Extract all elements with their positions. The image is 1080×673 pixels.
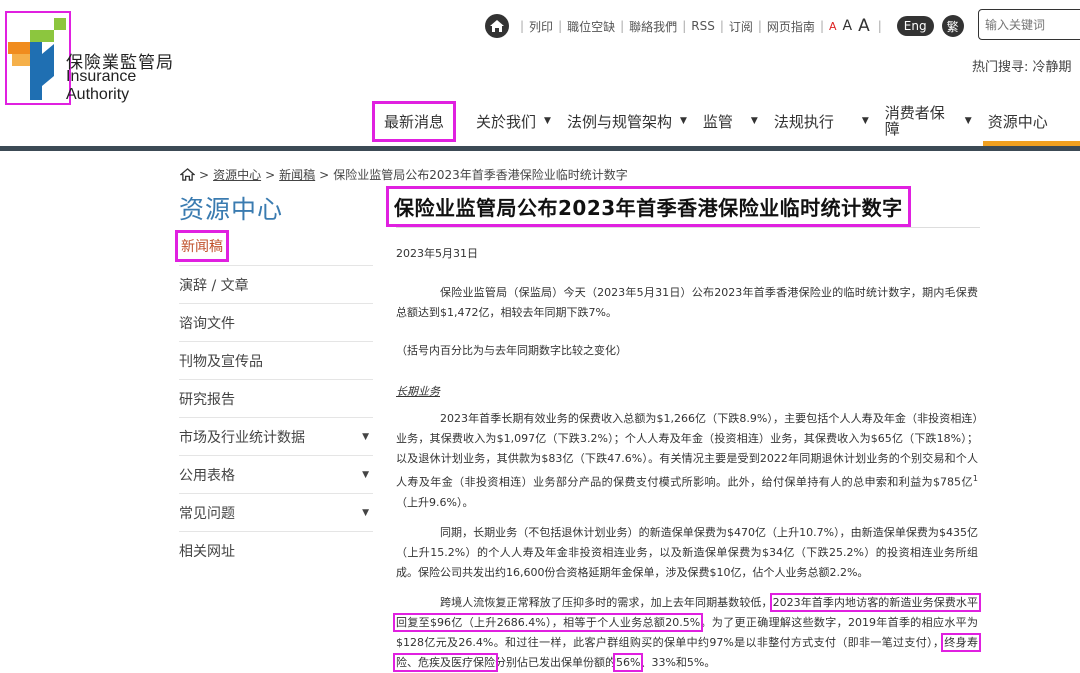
section-heading: 长期业务 [396, 385, 440, 398]
caret-down-icon: ▼ [679, 116, 687, 126]
nav-item-label: 最新消息 [384, 112, 445, 131]
sidebar-item-press-releases[interactable]: 新闻稿 [175, 230, 229, 262]
utility-bar: | 列印 | 職位空缺 | 聯絡我們 | RSS | 订阅 | 网页指南 | A… [485, 12, 964, 40]
careers-link[interactable]: 職位空缺 [567, 18, 615, 35]
sidebar-item-label: 刊物及宣传品 [179, 353, 263, 370]
caret-down-icon: ▼ [861, 116, 869, 126]
paragraph-text: 2023年首季长期有效业务的保费收入总额为$1,266亿（下跌8.9%），主要包… [396, 412, 978, 489]
sidebar-item-consultations[interactable]: 谘询文件 [179, 303, 373, 341]
caret-down-icon: ▼ [544, 116, 551, 126]
footnote-marker[interactable]: 1 [973, 474, 978, 483]
article-paragraph: 2023年首季长期有效业务的保费收入总额为$1,266亿（下跌8.9%），主要包… [396, 409, 978, 513]
subscribe-link[interactable]: 订阅 [729, 18, 753, 35]
sidebar-item-forms[interactable]: 公用表格 ▼ [179, 455, 373, 493]
nav-item-consumer-protection[interactable]: 消费者保障 ▼ [885, 105, 972, 137]
sidebar-item-label: 市场及行业统计数据 [179, 429, 305, 446]
site-guide-link[interactable]: 网页指南 [767, 18, 815, 35]
nav-divider [0, 146, 1080, 151]
article-paragraph: 同期，长期业务（不包括退休计划业务）的新造保单保费为$470亿（上升10.7%）… [396, 525, 978, 579]
sidebar-item-publications[interactable]: 刊物及宣传品 [179, 341, 373, 379]
nav-item-enforcement[interactable]: 法规执行 ▼ [774, 111, 869, 132]
caret-down-icon: ▼ [750, 116, 758, 126]
nav-item-about[interactable]: 关於我们 ▼ [476, 111, 551, 132]
sidebar-item-label: 相关网址 [179, 543, 235, 560]
nav-item-label: 监管 [702, 112, 733, 131]
sidebar-item-label: 研究报告 [179, 391, 235, 408]
sidebar-item-label: 演辞 / 文章 [179, 277, 249, 294]
article-paragraph: 保险业监管局（保监局）今天（2023年5月31日）公布2023年首季香港保险业的… [396, 286, 978, 319]
caret-down-icon: ▼ [964, 116, 972, 126]
nav-item-label: 消费者保障 [884, 104, 945, 138]
site-header: 保險業監管局 Insurance Authority | 列印 | 職位空缺 |… [0, 0, 1080, 148]
insurance-authority-logo-icon [5, 11, 71, 105]
article-date: 2023年5月31日 [396, 247, 478, 260]
home-icon[interactable] [180, 168, 195, 181]
org-name-en: Insurance Authority [66, 68, 137, 103]
font-size-small-button[interactable]: A [829, 20, 837, 33]
traditional-chinese-button[interactable]: 繁 [941, 15, 964, 37]
sidebar-item-related-links[interactable]: 相关网址 [179, 531, 373, 569]
nav-item-label: 资源中心 [987, 112, 1048, 131]
contact-link[interactable]: 聯絡我們 [629, 18, 677, 35]
sidebar-item-faq[interactable]: 常见问题 ▼ [179, 493, 373, 531]
caret-down-icon[interactable]: ▼ [362, 432, 369, 442]
article-paragraph: （括号内百分比为与去年同期数字比较之变化） [396, 344, 627, 357]
sidebar-item-label: 谘询文件 [179, 315, 235, 332]
article: 保险业监管局公布2023年首季香港保险业临时统计数字 2023年5月31日 保险… [386, 186, 981, 673]
font-size-medium-button[interactable]: A [843, 18, 853, 34]
hot-search-text[interactable]: 热门搜寻: 冷静期 [972, 56, 1072, 75]
breadcrumb-press-releases[interactable]: 新闻稿 [279, 166, 315, 183]
breadcrumb-resource-centre[interactable]: 资源中心 [213, 166, 261, 183]
sidebar-item-statistics[interactable]: 市场及行业统计数据 ▼ [179, 417, 373, 455]
print-link[interactable]: 列印 [529, 18, 553, 35]
caret-down-icon[interactable]: ▼ [362, 508, 369, 518]
paragraph-text: 跨境人流恢复正常释放了压抑多时的需求，加上去年同期基数较低， [440, 595, 773, 609]
home-icon[interactable] [485, 14, 509, 38]
breadcrumb: > 资源中心 > 新闻稿 > 保险业监管局公布2023年首季香港保险业临时统计数… [180, 166, 628, 183]
search-input[interactable] [978, 9, 1080, 40]
sidebar-list: 演辞 / 文章 谘询文件 刊物及宣传品 研究报告 市场及行业统计数据 ▼ 公用表… [179, 265, 373, 569]
sidebar-item-label: 常见问题 [179, 505, 235, 522]
paragraph-text: （上升9.6%）。 [396, 495, 474, 509]
paragraph-text: 、33%和5%。 [640, 655, 716, 669]
sidebar: 资源中心 新闻稿 演辞 / 文章 谘询文件 刊物及宣传品 研究报告 市场及行业统… [175, 190, 373, 569]
article-title: 保险业监管局公布2023年首季香港保险业临时统计数字 [386, 186, 911, 227]
sidebar-item-speeches[interactable]: 演辞 / 文章 [179, 265, 373, 303]
title-divider [396, 227, 980, 228]
font-size-large-button[interactable]: A [858, 16, 870, 36]
breadcrumb-current: 保险业监管局公布2023年首季香港保险业临时统计数字 [333, 168, 628, 182]
sidebar-item-research[interactable]: 研究报告 [179, 379, 373, 417]
highlighted-text: 56% [612, 652, 644, 672]
sidebar-title: 资源中心 [179, 195, 284, 224]
nav-item-label: 关於我们 [476, 112, 537, 131]
nav-item-label: 法例与规管架构 [566, 112, 672, 131]
article-paragraph: 跨境人流恢复正常释放了压抑多时的需求，加上去年同期基数较低，2023年首季内地访… [393, 592, 981, 673]
nav-item-resource-centre[interactable]: 资源中心 [988, 111, 1048, 132]
caret-down-icon[interactable]: ▼ [362, 470, 369, 480]
logo[interactable]: 保險業監管局 Insurance Authority [5, 11, 198, 105]
nav-item-news[interactable]: 最新消息 [371, 100, 457, 142]
sidebar-item-label: 公用表格 [179, 467, 235, 484]
rss-link[interactable]: RSS [691, 19, 715, 33]
nav-item-supervision[interactable]: 监管 ▼ [703, 111, 758, 132]
main-navigation: 最新消息 关於我们 ▼ 法例与规管架构 ▼ 监管 ▼ 法规执行 ▼ 消费者保障 … [371, 96, 1064, 146]
nav-item-label: 法规执行 [773, 112, 834, 131]
english-language-button[interactable]: Eng [896, 16, 934, 36]
nav-item-legislation[interactable]: 法例与规管架构 ▼ [567, 111, 687, 132]
paragraph-text: 分别佔已发出保单份额的 [495, 655, 616, 669]
